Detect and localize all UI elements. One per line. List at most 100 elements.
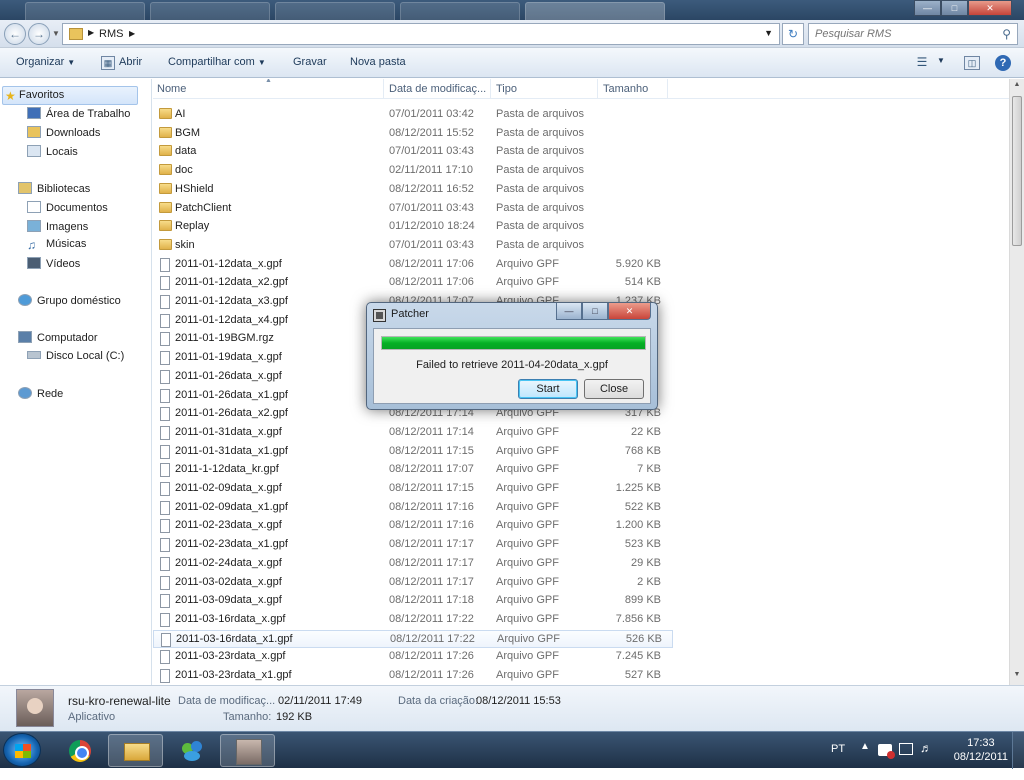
file-row[interactable]: 2011-03-09data_x.gpf 08/12/2011 17:18 Arqu… bbox=[153, 592, 673, 610]
nav-images[interactable]: Imagens bbox=[27, 220, 88, 233]
file-row[interactable]: 2011-02-09data_x1.gpf 08/12/2011 17:16 Arq… bbox=[153, 499, 673, 517]
start-button[interactable]: Start bbox=[518, 379, 578, 399]
chrome-icon bbox=[69, 740, 91, 762]
column-divider[interactable] bbox=[383, 79, 384, 99]
volume-icon[interactable]: ♬ bbox=[920, 741, 932, 778]
nav-music[interactable]: ♫ Músicas bbox=[27, 238, 86, 252]
column-header-name[interactable]: Nome bbox=[157, 83, 186, 95]
patcher-app-icon bbox=[236, 739, 262, 765]
scroll-down-arrow[interactable]: ▼ bbox=[1012, 671, 1022, 683]
scrollbar-thumb[interactable] bbox=[1012, 96, 1022, 246]
file-row[interactable]: 2011-01-31data_x.gpf 08/12/2011 17:14 Arqu… bbox=[153, 424, 673, 442]
close-button[interactable]: ✕ bbox=[968, 0, 1012, 16]
column-header-size[interactable]: Tamanho bbox=[603, 83, 648, 95]
file-row[interactable]: 2011-02-24data_x.gpf 08/12/2011 17:17 Arqu… bbox=[153, 555, 673, 573]
folder-row[interactable]: Replay 01/12/2010 18:24 Pasta de arquivos bbox=[153, 218, 673, 236]
folder-row[interactable]: BGM 08/12/2011 15:52 Pasta de arquivos bbox=[153, 125, 673, 143]
nav-favorites[interactable]: ★ Favoritos bbox=[2, 86, 138, 105]
organize-button[interactable]: Organizar ▼ bbox=[16, 56, 75, 68]
help-icon[interactable]: ? bbox=[995, 55, 1011, 71]
taskbar-chrome[interactable] bbox=[52, 734, 107, 767]
file-date: 08/12/2011 17:22 bbox=[390, 632, 475, 645]
file-type: Arquivo GPF bbox=[496, 538, 559, 551]
folder-row[interactable]: AI 07/01/2011 03:42 Pasta de arquivos bbox=[153, 106, 673, 124]
maximize-button[interactable]: □ bbox=[941, 0, 968, 16]
nav-computer[interactable]: Computador bbox=[18, 331, 98, 344]
dialog-minimize-button[interactable]: — bbox=[556, 303, 582, 320]
folder-row[interactable]: skin 07/01/2011 03:43 Pasta de arquivos bbox=[153, 237, 673, 255]
nav-libraries[interactable]: Bibliotecas bbox=[18, 182, 90, 195]
libraries-icon bbox=[18, 182, 32, 194]
file-row[interactable]: 2011-03-16rdata_x.gpf 08/12/2011 17:22 Arq… bbox=[153, 611, 673, 629]
breadcrumb-rms[interactable]: RMS bbox=[99, 28, 123, 40]
file-row[interactable]: 2011-01-12data_x2.gpf 08/12/2011 17:06 Arq… bbox=[153, 274, 673, 292]
new-folder-button[interactable]: Nova pasta bbox=[350, 56, 406, 68]
nav-network[interactable]: Rede bbox=[18, 387, 63, 400]
file-row[interactable]: 2011-03-02data_x.gpf 08/12/2011 17:17 Arqu… bbox=[153, 574, 673, 592]
file-row[interactable]: 2011-02-23data_x1.gpf 08/12/2011 17:17 Arq… bbox=[153, 536, 673, 554]
taskbar-explorer[interactable] bbox=[108, 734, 163, 767]
nav-places[interactable]: Locais bbox=[27, 145, 78, 158]
sort-ascending-icon: ▲ bbox=[265, 79, 272, 84]
search-input[interactable] bbox=[809, 24, 989, 44]
vertical-scrollbar[interactable]: ▲ ▼ bbox=[1009, 79, 1024, 685]
start-button[interactable] bbox=[3, 733, 41, 767]
close-dialog-button[interactable]: Close bbox=[584, 379, 644, 399]
back-button[interactable]: ← bbox=[4, 23, 26, 45]
address-field[interactable]: ▶ RMS ▶ ▼ bbox=[62, 23, 780, 45]
preview-pane-icon[interactable]: ◫ bbox=[964, 56, 980, 70]
file-row[interactable]: 2011-03-23rdata_x.gpf 08/12/2011 17:26 Arq… bbox=[153, 648, 673, 666]
file-name: 2011-1-12data_kr.gpf bbox=[175, 463, 279, 476]
nav-desktop[interactable]: Área de Trabalho bbox=[27, 107, 130, 120]
action-center-icon[interactable] bbox=[878, 744, 895, 759]
view-options-icon[interactable]: ☰ bbox=[915, 56, 929, 70]
forward-button[interactable]: → bbox=[28, 23, 50, 45]
minimize-button[interactable]: — bbox=[914, 0, 941, 16]
chevron-right-icon[interactable]: ▶ bbox=[129, 29, 135, 38]
network-tray-icon[interactable] bbox=[899, 743, 913, 755]
file-name: 2011-01-19data_x.gpf bbox=[175, 351, 282, 364]
file-row[interactable]: 2011-01-12data_x.gpf 08/12/2011 17:06 Arqu… bbox=[153, 256, 673, 274]
column-divider[interactable] bbox=[667, 79, 668, 99]
chevron-down-icon[interactable]: ▼ bbox=[764, 28, 773, 38]
burn-button[interactable]: Gravar bbox=[293, 56, 327, 68]
folder-row[interactable]: doc 02/11/2011 17:10 Pasta de arquivos bbox=[153, 162, 673, 180]
share-button[interactable]: Compartilhar com ▼ bbox=[168, 56, 266, 68]
open-button[interactable]: Abrir bbox=[119, 56, 142, 68]
column-divider[interactable] bbox=[597, 79, 598, 99]
nav-videos[interactable]: Vídeos bbox=[27, 257, 80, 270]
nav-downloads[interactable]: Downloads bbox=[27, 126, 100, 139]
file-row[interactable]: 2011-02-23data_x.gpf 08/12/2011 17:16 Arqu… bbox=[153, 517, 673, 535]
nav-documents[interactable]: Documentos bbox=[27, 201, 108, 214]
column-divider[interactable] bbox=[490, 79, 491, 99]
taskbar-patcher-app[interactable] bbox=[220, 734, 275, 767]
language-indicator[interactable]: PT bbox=[831, 743, 845, 780]
chevron-down-icon[interactable]: ▼ bbox=[937, 56, 945, 65]
folder-row[interactable]: data 07/01/2011 03:43 Pasta de arquivos bbox=[153, 143, 673, 161]
folder-row[interactable]: HShield 08/12/2011 16:52 Pasta de arquivos bbox=[153, 181, 673, 199]
column-header-type[interactable]: Tipo bbox=[496, 83, 517, 95]
nav-local-disk[interactable]: Disco Local (C:) bbox=[27, 350, 124, 362]
clock[interactable]: 17:33 08/12/2011 bbox=[954, 736, 1008, 764]
refresh-button[interactable]: ↻ bbox=[782, 23, 804, 45]
file-icon bbox=[160, 482, 170, 496]
dialog-close-button[interactable]: ✕ bbox=[608, 303, 651, 320]
file-row[interactable]: 2011-03-16rdata_x1.gpf 08/12/2011 17:22 Ar… bbox=[153, 629, 673, 648]
file-row[interactable]: 2011-02-09data_x.gpf 08/12/2011 17:15 Arqu… bbox=[153, 480, 673, 498]
search-icon[interactable]: ⚲ bbox=[1002, 27, 1011, 41]
dialog-maximize-button[interactable]: □ bbox=[582, 303, 608, 320]
recent-pages-icon[interactable]: ▼ bbox=[52, 29, 60, 38]
chevron-right-icon[interactable]: ▶ bbox=[88, 28, 94, 37]
file-row[interactable]: 2011-1-12data_kr.gpf 08/12/2011 17:07 Arqu… bbox=[153, 461, 673, 479]
folder-row[interactable]: PatchClient 07/01/2011 03:43 Pasta de arqu… bbox=[153, 200, 673, 218]
show-hidden-icons-icon[interactable]: ▲ bbox=[860, 741, 870, 778]
nav-homegroup[interactable]: Grupo doméstico bbox=[18, 294, 121, 307]
scroll-up-arrow[interactable]: ▲ bbox=[1012, 81, 1022, 93]
file-row[interactable]: 2011-01-31data_x1.gpf 08/12/2011 17:15 Arq… bbox=[153, 443, 673, 461]
column-header-date[interactable]: Data de modificaç... bbox=[389, 83, 486, 95]
search-box[interactable]: ⚲ bbox=[808, 23, 1018, 45]
file-row[interactable]: 2011-03-23rdata_x1.gpf 08/12/2011 17:26 Ar… bbox=[153, 667, 673, 685]
background-tab bbox=[275, 2, 395, 20]
show-desktop-button[interactable] bbox=[1012, 732, 1024, 769]
taskbar-messenger[interactable] bbox=[164, 734, 219, 767]
